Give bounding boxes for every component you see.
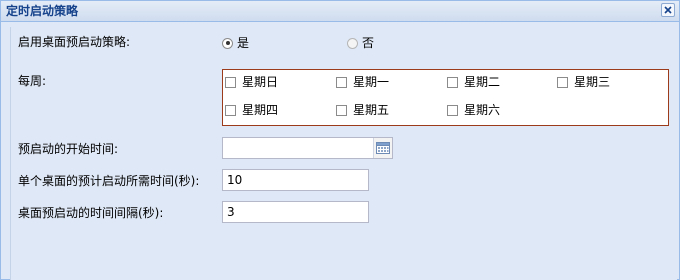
strategy-window: 定时启动策略 启用桌面预启动策略: 是 否 每周: 星期日 星期一 星期二 星期…: [0, 0, 680, 280]
day-label: 星期二: [464, 75, 501, 89]
enable-yes-radio[interactable]: 是: [222, 35, 249, 51]
duration-input[interactable]: 10: [222, 169, 369, 191]
weekday-group: 星期日 星期一 星期二 星期三 星期四 星期五 星期六: [222, 69, 669, 126]
checkbox-icon[interactable]: [557, 76, 568, 88]
day-checkbox-sun[interactable]: 星期日: [225, 74, 278, 90]
duration-value: 10: [227, 173, 243, 187]
interval-label: 桌面预启动的时间间隔(秒):: [18, 206, 164, 220]
checkbox-icon[interactable]: [336, 104, 347, 116]
form-panel: 启用桌面预启动策略: 是 否 每周: 星期日 星期一 星期二 星期三 星期四 星…: [10, 27, 677, 280]
duration-label: 单个桌面的预计启动所需时间(秒):: [18, 174, 200, 188]
day-label: 星期六: [464, 103, 501, 117]
day-checkbox-thu[interactable]: 星期四: [225, 102, 278, 118]
enable-label: 启用桌面预启动策略:: [18, 35, 131, 49]
radio-checked-icon[interactable]: [222, 37, 233, 49]
start-time-label: 预启动的开始时间:: [18, 142, 119, 156]
close-icon[interactable]: [661, 3, 675, 17]
day-label: 星期四: [242, 103, 279, 117]
checkbox-icon[interactable]: [336, 76, 347, 88]
day-label: 星期五: [353, 103, 390, 117]
checkbox-icon[interactable]: [447, 76, 458, 88]
interval-value: 3: [227, 205, 235, 219]
checkbox-icon[interactable]: [225, 104, 236, 116]
calendar-icon[interactable]: [373, 138, 392, 158]
day-label: 星期日: [242, 75, 279, 89]
window-titlebar[interactable]: 定时启动策略: [1, 1, 679, 22]
radio-unchecked-icon[interactable]: [347, 37, 358, 49]
checkbox-icon[interactable]: [225, 76, 236, 88]
day-checkbox-tue[interactable]: 星期二: [447, 74, 500, 90]
interval-input[interactable]: 3: [222, 201, 369, 223]
day-label: 星期三: [574, 75, 611, 89]
start-time-field[interactable]: [222, 137, 393, 159]
checkbox-icon[interactable]: [447, 104, 458, 116]
day-checkbox-sat[interactable]: 星期六: [447, 102, 500, 118]
enable-yes-label: 是: [237, 36, 250, 50]
day-checkbox-wed[interactable]: 星期三: [557, 74, 610, 90]
enable-no-label: 否: [362, 36, 375, 50]
weekly-label: 每周:: [18, 74, 47, 88]
enable-no-radio[interactable]: 否: [347, 35, 374, 51]
window-title: 定时启动策略: [6, 4, 79, 18]
day-label: 星期一: [353, 75, 390, 89]
day-checkbox-mon[interactable]: 星期一: [336, 74, 389, 90]
day-checkbox-fri[interactable]: 星期五: [336, 102, 389, 118]
